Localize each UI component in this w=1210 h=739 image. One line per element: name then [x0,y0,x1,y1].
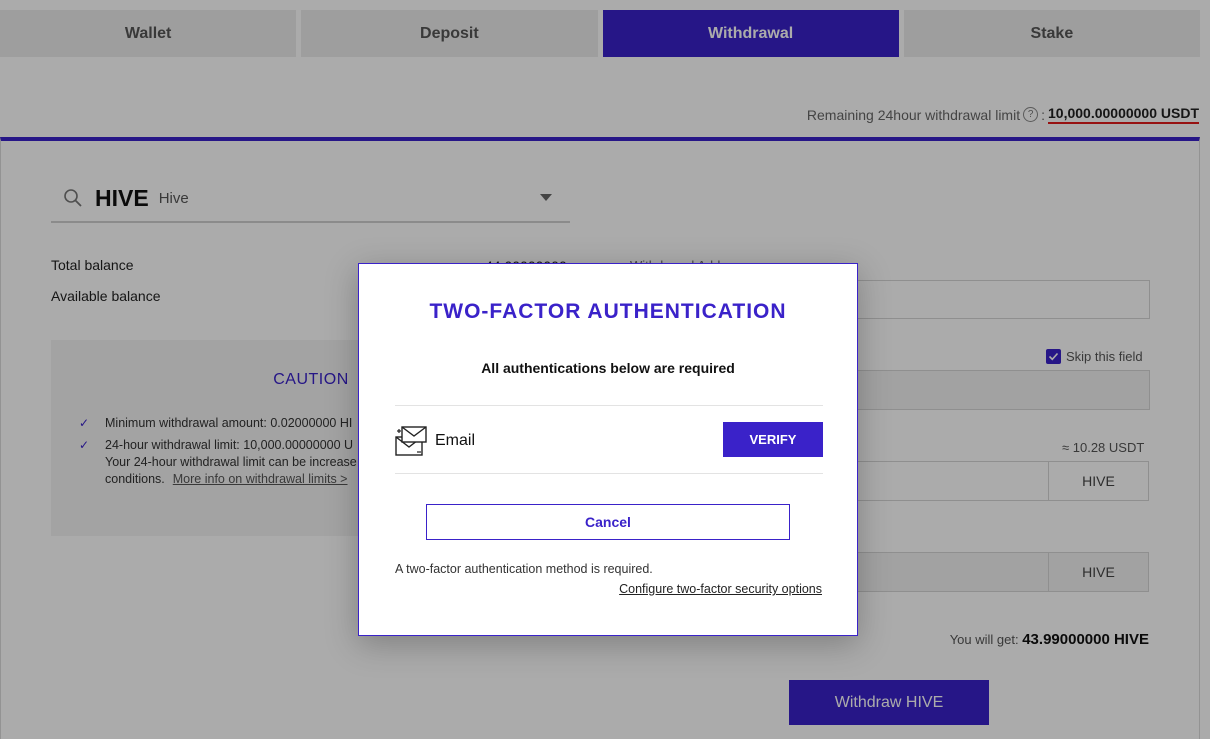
email-method-label: Email [435,432,476,449]
two-factor-note: A two-factor authentication method is re… [395,562,653,576]
cancel-button[interactable]: Cancel [426,504,790,540]
verify-button[interactable]: VERIFY [723,422,823,457]
two-factor-modal: TWO-FACTOR AUTHENTICATION All authentica… [358,263,858,636]
configure-two-factor-link[interactable]: Configure two-factor security options [619,582,822,596]
email-icon [395,426,427,456]
modal-title: TWO-FACTOR AUTHENTICATION [429,300,787,323]
auth-method-row: Email VERIFY [395,405,823,474]
modal-subtitle: All authentications below are required [481,360,735,376]
